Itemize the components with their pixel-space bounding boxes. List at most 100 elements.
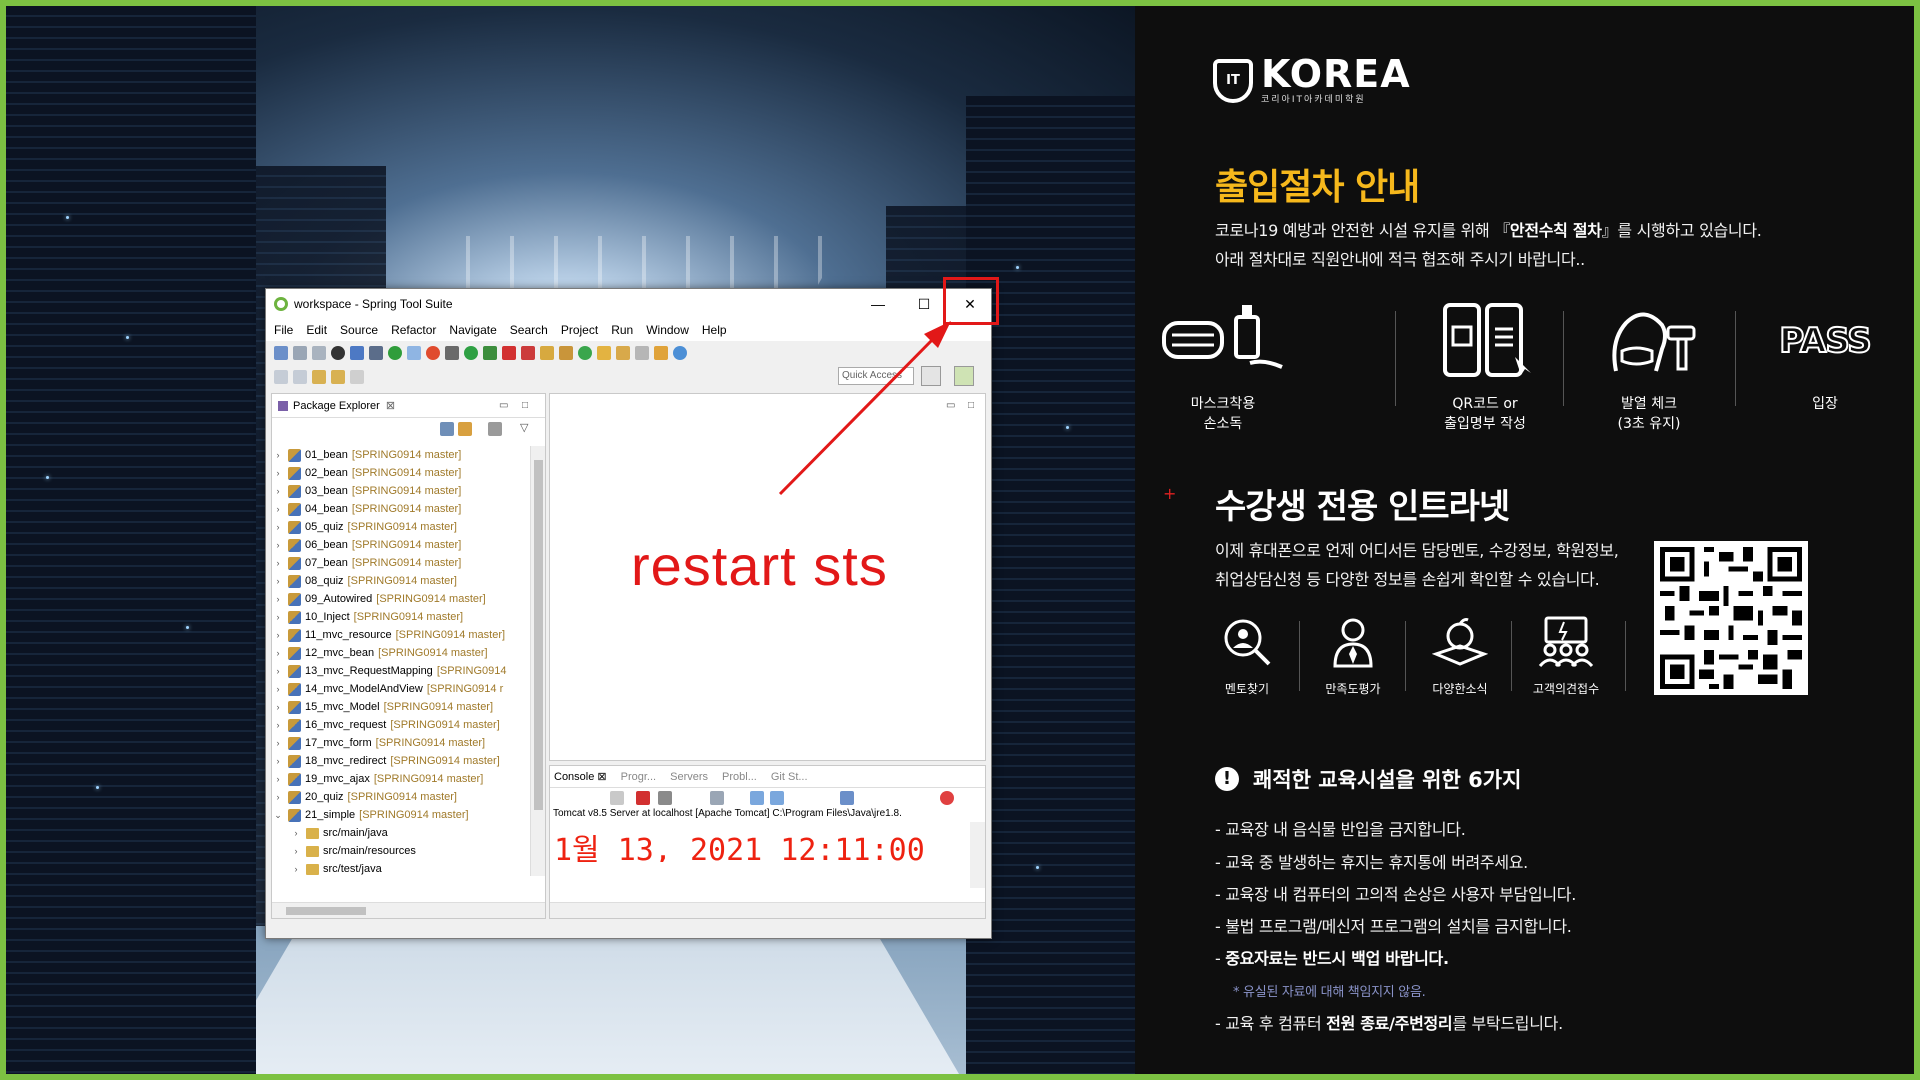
menu-edit[interactable]: Edit <box>306 323 327 337</box>
tree-project-item[interactable]: › 16_mvc_request [SPRING0914 master] <box>272 716 530 734</box>
debug-icon[interactable] <box>445 346 459 360</box>
chevron-right-icon[interactable]: › <box>272 738 284 748</box>
next-annotation-icon[interactable] <box>274 370 288 384</box>
console-vertical-scrollbar[interactable] <box>970 822 985 888</box>
tree-project-item[interactable]: › 19_mvc_ajax [SPRING0914 master] <box>272 770 530 788</box>
chevron-right-icon[interactable]: › <box>272 648 284 658</box>
tree-project-item[interactable]: › 01_bean [SPRING0914 master] <box>272 446 530 464</box>
tab-problems[interactable]: Probl... <box>722 771 757 783</box>
menu-search[interactable]: Search <box>510 323 548 337</box>
tree-project-item[interactable]: › 10_Inject [SPRING0914 master] <box>272 608 530 626</box>
chevron-right-icon[interactable]: › <box>272 684 284 694</box>
chevron-right-icon[interactable]: › <box>272 558 284 568</box>
last-edit-icon[interactable] <box>312 370 326 384</box>
minimize-view-button[interactable]: ▭ <box>499 400 508 411</box>
chevron-right-icon[interactable]: › <box>272 612 284 622</box>
annotation-icon[interactable] <box>654 346 668 360</box>
maximize-button[interactable]: ☐ <box>901 289 947 319</box>
external-tools-icon[interactable] <box>521 346 535 360</box>
chevron-right-icon[interactable]: › <box>272 486 284 496</box>
chevron-right-icon[interactable]: › <box>272 756 284 766</box>
chevron-right-icon[interactable]: › <box>272 540 284 550</box>
chevron-right-icon[interactable]: › <box>272 702 284 712</box>
maximize-editor-button[interactable]: □ <box>968 400 974 411</box>
view-menu-icon[interactable]: ▽ <box>520 421 528 434</box>
profile-icon[interactable] <box>331 346 345 360</box>
scroll-lock-icon[interactable] <box>710 791 724 805</box>
package-explorer-tab[interactable]: Package Explorer ⊠ ▭ □ <box>272 394 545 418</box>
new-icon[interactable] <box>274 346 288 360</box>
menu-help[interactable]: Help <box>702 323 727 337</box>
tree-project-item[interactable]: ⌄ 21_simple [SPRING0914 master] <box>272 806 530 824</box>
remove-launch-icon[interactable] <box>658 791 672 805</box>
new-class-icon[interactable] <box>578 346 592 360</box>
link-editor-icon[interactable] <box>458 422 472 436</box>
menu-refactor[interactable]: Refactor <box>391 323 436 337</box>
tree-project-item[interactable]: › 20_quiz [SPRING0914 master] <box>272 788 530 806</box>
tree-project-item[interactable]: › 12_mvc_bean [SPRING0914 master] <box>272 644 530 662</box>
chevron-down-icon[interactable]: ⌄ <box>272 810 284 821</box>
chevron-right-icon[interactable]: › <box>272 792 284 802</box>
coverage-icon[interactable] <box>483 346 497 360</box>
chevron-right-icon[interactable]: › <box>272 720 284 730</box>
chevron-right-icon[interactable]: › <box>272 594 284 604</box>
tree-source-folder[interactable]: › src/test/java <box>272 860 530 876</box>
horizontal-scrollbar[interactable] <box>272 902 545 918</box>
chevron-right-icon[interactable]: › <box>290 846 302 856</box>
minimize-button[interactable]: — <box>855 289 901 319</box>
vertical-scrollbar[interactable] <box>530 446 545 876</box>
chevron-right-icon[interactable]: › <box>272 666 284 676</box>
chevron-right-icon[interactable]: › <box>272 522 284 532</box>
globe-icon[interactable] <box>673 346 687 360</box>
chevron-right-icon[interactable]: › <box>272 450 284 460</box>
tree-project-item[interactable]: › 02_bean [SPRING0914 master] <box>272 464 530 482</box>
new-java-project-icon[interactable] <box>540 346 554 360</box>
open-console-icon[interactable] <box>840 791 854 805</box>
intranet-qr-code[interactable] <box>1654 541 1808 695</box>
previous-annotation-icon[interactable] <box>293 370 307 384</box>
tab-console[interactable]: Console ⊠ <box>554 770 607 783</box>
stop-icon[interactable] <box>502 346 516 360</box>
menu-source[interactable]: Source <box>340 323 378 337</box>
back-icon[interactable] <box>331 370 345 384</box>
open-task-icon[interactable] <box>616 346 630 360</box>
forward-icon[interactable] <box>350 370 364 384</box>
spring-boot-icon[interactable] <box>388 346 402 360</box>
terminate-icon[interactable] <box>636 791 650 805</box>
tree-project-item[interactable]: › 04_bean [SPRING0914 master] <box>272 500 530 518</box>
clear-console-icon[interactable] <box>610 791 624 805</box>
tree-project-item[interactable]: › 05_quiz [SPRING0914 master] <box>272 518 530 536</box>
tree-source-folder[interactable]: › src/main/java <box>272 824 530 842</box>
tree-project-item[interactable]: › 17_mvc_form [SPRING0914 master] <box>272 734 530 752</box>
search-icon[interactable] <box>635 346 649 360</box>
new-package-icon[interactable] <box>559 346 573 360</box>
chevron-right-icon[interactable]: › <box>272 468 284 478</box>
open-type-icon[interactable] <box>597 346 611 360</box>
tree-project-item[interactable]: › 06_bean [SPRING0914 master] <box>272 536 530 554</box>
tree-project-item[interactable]: › 09_Autowired [SPRING0914 master] <box>272 590 530 608</box>
tree-project-item[interactable]: › 18_mvc_redirect [SPRING0914 master] <box>272 752 530 770</box>
menu-file[interactable]: File <box>274 323 293 337</box>
tree-project-item[interactable]: › 13_mvc_RequestMapping [SPRING0914 <box>272 662 530 680</box>
focus-icon[interactable] <box>488 422 502 436</box>
run-icon[interactable] <box>464 346 478 360</box>
menu-run[interactable]: Run <box>611 323 633 337</box>
menu-project[interactable]: Project <box>561 323 598 337</box>
maximize-view-button[interactable]: □ <box>522 400 528 411</box>
open-perspective-icon[interactable] <box>407 346 421 360</box>
tree-project-item[interactable]: › 11_mvc_resource [SPRING0914 master] <box>272 626 530 644</box>
tree-project-item[interactable]: › 03_bean [SPRING0914 master] <box>272 482 530 500</box>
collapse-all-icon[interactable] <box>440 422 454 436</box>
tab-git-staging[interactable]: Git St... <box>771 771 808 783</box>
skip-breakpoints-icon[interactable] <box>369 346 383 360</box>
terminal-icon[interactable] <box>350 346 364 360</box>
tree-project-item[interactable]: › 14_mvc_ModelAndView [SPRING0914 r <box>272 680 530 698</box>
show-stderr-icon[interactable] <box>770 791 784 805</box>
tab-servers[interactable]: Servers <box>670 771 708 783</box>
tree-source-folder[interactable]: › src/main/resources <box>272 842 530 860</box>
refresh-icon[interactable] <box>426 346 440 360</box>
save-all-icon[interactable] <box>312 346 326 360</box>
console-horizontal-scrollbar[interactable] <box>550 902 985 918</box>
tree-project-item[interactable]: › 08_quiz [SPRING0914 master] <box>272 572 530 590</box>
title-bar[interactable]: workspace - Spring Tool Suite — ☐ ✕ <box>266 289 991 319</box>
